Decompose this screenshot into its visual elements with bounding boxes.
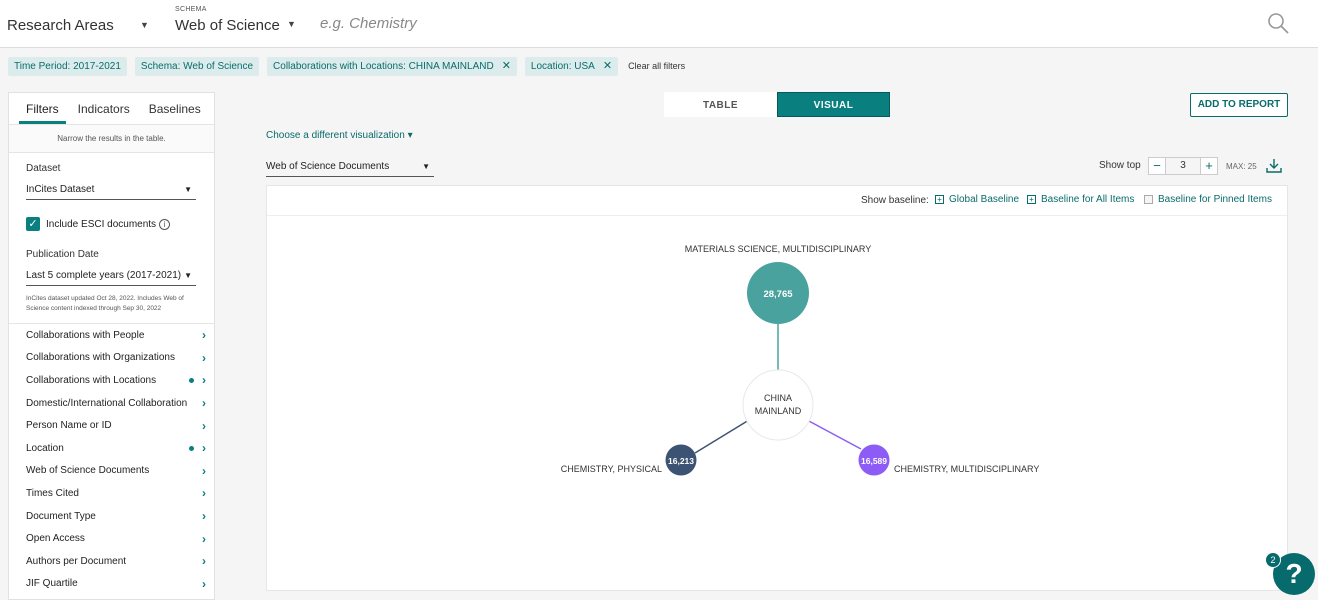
filter-list: Collaborations with People › Collaboratio… bbox=[9, 323, 214, 595]
chevron-down-icon: ▼ bbox=[184, 271, 192, 280]
node-label: CHEMISTRY, PHYSICAL bbox=[561, 464, 662, 474]
dataset-label: Dataset bbox=[26, 163, 61, 174]
download-icon[interactable] bbox=[1266, 158, 1282, 174]
chevron-right-icon: › bbox=[202, 441, 206, 456]
edge-line bbox=[694, 419, 750, 454]
narrow-hint: Narrow the results in the table. bbox=[9, 125, 214, 153]
visualization-panel: Show baseline: + Global Baseline + Baselin… bbox=[266, 185, 1288, 591]
info-icon[interactable]: i bbox=[159, 218, 171, 230]
close-icon[interactable]: ✕ bbox=[603, 60, 612, 72]
filters-sidebar: Filters Indicators Baselines Narrow the … bbox=[8, 92, 215, 600]
tab-baselines[interactable]: Baselines bbox=[142, 93, 208, 124]
chevron-right-icon: › bbox=[202, 509, 206, 524]
active-dot-icon bbox=[189, 445, 194, 451]
filter-item[interactable]: Times Cited › bbox=[9, 482, 214, 505]
add-to-report-button[interactable]: ADD TO REPORT bbox=[1190, 93, 1288, 117]
filter-item[interactable]: Document Type › bbox=[9, 505, 214, 528]
center-label: MAINLAND bbox=[755, 406, 802, 416]
esci-checkbox-row[interactable]: ✓ Include ESCI documents i bbox=[26, 217, 171, 231]
node-label: MATERIALS SCIENCE, MULTIDISCIPLINARY bbox=[685, 244, 872, 254]
publication-date-select[interactable]: Last 5 complete years (2017-2021) ▼ bbox=[26, 268, 196, 286]
node-label: CHEMISTRY, MULTIDISCIPLINARY bbox=[894, 464, 1039, 474]
top-search-bar: Research Areas ▼ SCHEMA Web of Science ▼ bbox=[0, 0, 1318, 48]
active-dot-icon bbox=[189, 377, 194, 383]
dataset-updated-note: InCites dataset updated Oct 28, 2022. In… bbox=[26, 295, 184, 312]
notification-badge: 2 bbox=[1265, 552, 1281, 568]
metric-select[interactable]: Web of Science Documents ▼ bbox=[266, 159, 434, 177]
center-label: CHINA bbox=[764, 393, 792, 403]
filter-item[interactable]: JIF Quartile › bbox=[9, 573, 214, 596]
table-view-button[interactable]: TABLE bbox=[664, 92, 777, 117]
filter-item[interactable]: Person Name or ID › bbox=[9, 414, 214, 437]
visual-view-button[interactable]: VISUAL bbox=[777, 92, 890, 117]
schema-select[interactable]: Web of Science bbox=[175, 17, 280, 34]
filter-chip: Location: USA ✕ bbox=[524, 56, 619, 76]
show-top-label: Show top bbox=[1099, 160, 1141, 171]
show-top-stepper: − 3 + bbox=[1148, 157, 1218, 175]
chevron-down-icon: ▼ bbox=[184, 185, 192, 194]
chevron-right-icon: › bbox=[202, 486, 206, 501]
chevron-right-icon: › bbox=[202, 396, 206, 411]
chevron-right-icon: › bbox=[202, 418, 206, 433]
sidebar-tabs: Filters Indicators Baselines bbox=[9, 93, 214, 125]
filter-item[interactable]: Collaborations with People › bbox=[9, 324, 214, 347]
max-label: MAX: 25 bbox=[1226, 162, 1257, 171]
filter-chip: Collaborations with Locations: CHINA MAI… bbox=[267, 56, 517, 76]
filter-chip: Schema: Web of Science bbox=[134, 56, 260, 76]
dataset-select[interactable]: InCites Dataset ▼ bbox=[26, 182, 196, 200]
center-node[interactable] bbox=[742, 369, 814, 441]
collaboration-network-chart: CHINA MAINLAND 28,765 MATERIALS SCIENCE,… bbox=[561, 244, 1039, 476]
close-icon[interactable]: ✕ bbox=[502, 60, 511, 72]
chevron-right-icon: › bbox=[202, 350, 206, 365]
decrement-button[interactable]: − bbox=[1148, 157, 1166, 175]
node-value: 28,765 bbox=[763, 289, 793, 300]
filter-item[interactable]: Collaborations with Organizations › bbox=[9, 347, 214, 370]
filter-item[interactable]: Location › bbox=[9, 437, 214, 460]
search-icon[interactable] bbox=[1266, 11, 1290, 35]
schema-label: SCHEMA bbox=[175, 6, 207, 13]
filter-item[interactable]: Collaborations with Locations › bbox=[9, 369, 214, 392]
search-input[interactable] bbox=[318, 11, 1258, 35]
publication-date-label: Publication Date bbox=[26, 249, 99, 260]
checkbox-checked-icon[interactable]: ✓ bbox=[26, 217, 40, 231]
view-toggle: TABLE VISUAL bbox=[664, 92, 891, 117]
chevron-down-icon: ▼ bbox=[422, 162, 430, 171]
chevron-right-icon: › bbox=[202, 373, 206, 388]
chevron-right-icon: › bbox=[202, 463, 206, 478]
chevron-right-icon: › bbox=[202, 531, 206, 546]
increment-button[interactable]: + bbox=[1200, 157, 1218, 175]
tab-filters[interactable]: Filters bbox=[19, 93, 66, 124]
clear-all-filters-link[interactable]: Clear all filters bbox=[628, 61, 685, 71]
research-areas-select[interactable]: Research Areas bbox=[7, 17, 114, 34]
chevron-down-icon[interactable]: ▼ bbox=[287, 19, 296, 29]
filter-item[interactable]: Authors per Document › bbox=[9, 550, 214, 573]
chevron-down-icon[interactable]: ▼ bbox=[140, 20, 149, 30]
chevron-right-icon: › bbox=[202, 328, 206, 343]
edge-line bbox=[806, 419, 862, 450]
filter-chip: Time Period: 2017-2021 bbox=[8, 56, 127, 76]
chevron-right-icon: › bbox=[202, 554, 206, 569]
tab-indicators[interactable]: Indicators bbox=[71, 93, 137, 124]
filter-item[interactable]: Open Access › bbox=[9, 527, 214, 550]
active-filter-chips: Time Period: 2017-2021 Schema: Web of Sc… bbox=[8, 56, 685, 76]
chevron-right-icon: › bbox=[202, 576, 206, 591]
choose-visualization-link[interactable]: Choose a different visualization ▾ bbox=[266, 130, 413, 141]
filter-item[interactable]: Domestic/International Collaboration › bbox=[9, 392, 214, 415]
show-top-input[interactable]: 3 bbox=[1166, 157, 1200, 175]
node-value: 16,213 bbox=[668, 456, 694, 466]
esci-label: Include ESCI documents bbox=[46, 218, 157, 230]
node-value: 16,589 bbox=[861, 456, 887, 466]
filter-item[interactable]: Web of Science Documents › bbox=[9, 460, 214, 483]
